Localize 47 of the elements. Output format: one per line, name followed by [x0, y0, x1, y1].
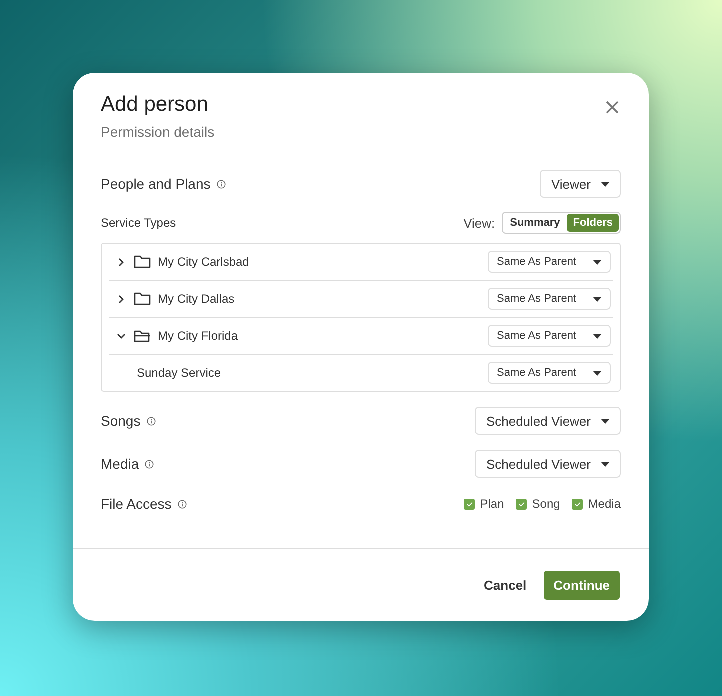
dialog-title: Add person: [101, 93, 210, 117]
dropdown[interactable]: Same As Parent: [488, 251, 611, 273]
info-icon: [145, 460, 154, 468]
continue-button[interactable]: Continue: [544, 570, 620, 600]
expand-toggle[interactable]: [117, 294, 126, 304]
info-icon: [216, 180, 226, 188]
dropdown[interactable]: Same As Parent: [488, 325, 611, 347]
view-toggle[interactable]: Summary: [504, 214, 566, 232]
caret-icon: [593, 370, 602, 376]
folder-icon: [134, 255, 151, 269]
view-toggle[interactable]: Folders: [567, 214, 619, 232]
field-label: Songs: [101, 413, 141, 429]
tree-item-label: Sunday Service: [137, 366, 222, 380]
tree-item-label: My City Carlsbad: [158, 255, 250, 269]
dropdown[interactable]: Scheduled Viewer: [475, 450, 621, 478]
dropdown[interactable]: Same As Parent: [488, 288, 611, 310]
caret-icon: [601, 462, 610, 466]
expand-toggle[interactable]: [117, 258, 126, 266]
tree-item-label: My City Dallas: [158, 292, 236, 306]
tree-item-label: My City Florida: [158, 329, 240, 343]
view-label: View:: [464, 216, 496, 230]
dialog-subtitle: Permission details: [101, 124, 215, 140]
checkbox[interactable]: Song: [516, 497, 560, 511]
check-icon: [466, 502, 473, 506]
info-icon: [146, 416, 156, 426]
caret-icon: [593, 260, 602, 264]
check-icon: [574, 502, 581, 506]
field-label: Media: [101, 456, 140, 472]
dropdown[interactable]: Viewer: [540, 170, 621, 198]
caret-icon: [601, 418, 610, 424]
info-icon: [178, 500, 187, 508]
caret-icon: [593, 334, 602, 338]
folder-icon: [134, 292, 151, 306]
dropdown[interactable]: Scheduled Viewer: [475, 407, 621, 435]
expand-toggle[interactable]: [117, 332, 126, 340]
checkbox[interactable]: Plan: [464, 497, 504, 511]
dropdown[interactable]: Same As Parent: [488, 362, 611, 384]
caret-icon: [601, 182, 610, 186]
field-label: People and Plans: [101, 176, 211, 192]
folder-icon: [134, 329, 151, 343]
field-label: File Access: [101, 496, 172, 512]
close-icon: [606, 101, 619, 114]
cancel-button[interactable]: Cancel: [484, 572, 527, 598]
check-icon: [518, 502, 525, 506]
section-label: Service Types: [101, 216, 176, 230]
checkbox[interactable]: Media: [572, 497, 621, 511]
caret-icon: [593, 296, 602, 302]
